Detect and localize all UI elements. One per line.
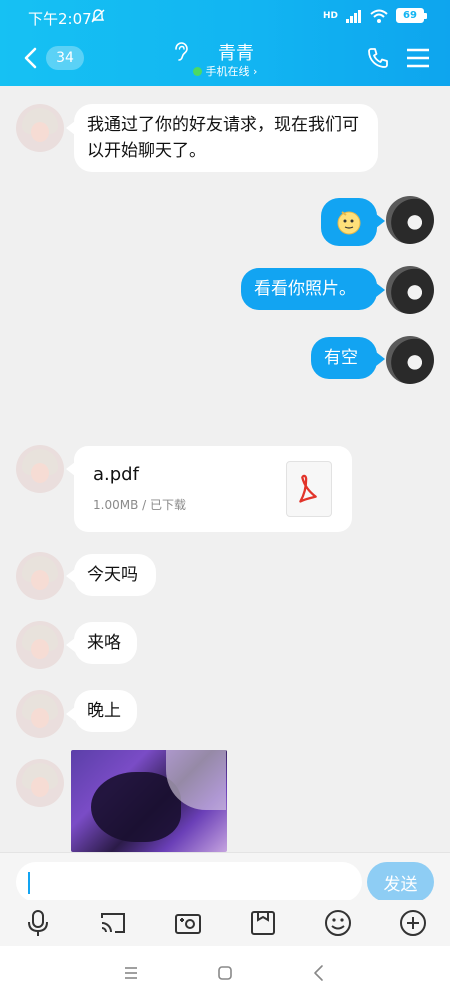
message-bubble[interactable]: 我通过了你的好友请求，现在我们可以开始聊天了。 bbox=[74, 104, 378, 172]
camera-icon[interactable] bbox=[173, 908, 203, 938]
text-cursor bbox=[28, 872, 30, 894]
contact-avatar[interactable] bbox=[16, 104, 64, 152]
status-right: HD 69 bbox=[322, 8, 427, 23]
input-toolbar bbox=[0, 900, 450, 946]
bubble-tail bbox=[376, 352, 385, 366]
pdf-file-icon bbox=[286, 461, 332, 517]
network-type-label: HD bbox=[322, 10, 338, 21]
top-bar: 下午2:07 HD 69 34 青青 手机在线 › bbox=[0, 0, 450, 86]
recent-apps-icon[interactable] bbox=[120, 962, 142, 984]
my-avatar[interactable] bbox=[386, 336, 434, 384]
home-icon[interactable] bbox=[214, 962, 236, 984]
message-bubble[interactable]: 晚上 bbox=[74, 690, 137, 732]
message-bubble[interactable]: 来咯 bbox=[74, 622, 137, 664]
bubble-tail bbox=[376, 283, 385, 297]
message-bubble[interactable]: 看看你照片。 bbox=[241, 268, 377, 310]
smiley-icon[interactable] bbox=[323, 908, 353, 938]
file-name: a.pdf bbox=[93, 464, 139, 485]
contact-avatar[interactable] bbox=[16, 759, 64, 807]
emoji-icon bbox=[337, 211, 361, 235]
my-avatar[interactable] bbox=[386, 266, 434, 314]
bubble-tail bbox=[376, 214, 385, 228]
microphone-icon[interactable] bbox=[23, 908, 53, 938]
online-dot bbox=[192, 67, 202, 76]
phone-call-icon[interactable] bbox=[366, 46, 390, 70]
file-message-card[interactable]: a.pdf 1.00MB / 已下载 bbox=[74, 446, 352, 532]
contact-avatar[interactable] bbox=[16, 445, 64, 493]
battery-indicator: 69 bbox=[396, 8, 427, 23]
chevron-right-icon: › bbox=[253, 65, 258, 78]
wifi-icon bbox=[370, 9, 388, 23]
image-message[interactable] bbox=[71, 750, 227, 852]
my-avatar[interactable] bbox=[386, 196, 434, 244]
file-meta-separator: / bbox=[142, 498, 147, 512]
back-icon[interactable] bbox=[308, 962, 330, 984]
contact-avatar[interactable] bbox=[16, 690, 64, 738]
file-status: 已下载 bbox=[150, 498, 187, 512]
message-bubble-emoji[interactable] bbox=[321, 198, 377, 246]
online-status-text: 手机在线 bbox=[205, 65, 250, 78]
hamburger-menu-icon[interactable] bbox=[406, 47, 430, 69]
chat-header: 34 青青 手机在线 › bbox=[0, 34, 450, 86]
cast-icon[interactable] bbox=[98, 908, 128, 938]
message-input[interactable] bbox=[16, 862, 362, 902]
plus-icon[interactable] bbox=[398, 908, 428, 938]
contact-avatar[interactable] bbox=[16, 552, 64, 600]
file-size: 1.00MB bbox=[93, 498, 139, 512]
system-nav-bar bbox=[0, 946, 450, 1000]
send-button[interactable]: 发送 bbox=[367, 862, 434, 902]
photo-album-icon[interactable] bbox=[248, 908, 278, 938]
message-bubble[interactable]: 今天吗 bbox=[74, 554, 156, 596]
status-bar: 下午2:07 HD 69 bbox=[0, 0, 450, 34]
contact-avatar[interactable] bbox=[16, 621, 64, 669]
file-meta: 1.00MB / 已下载 bbox=[93, 496, 186, 513]
silent-mode-icon bbox=[91, 9, 105, 23]
signal-icon bbox=[346, 9, 361, 23]
message-bubble[interactable]: 有空 bbox=[311, 337, 377, 379]
status-time: 下午2:07 bbox=[28, 10, 92, 28]
